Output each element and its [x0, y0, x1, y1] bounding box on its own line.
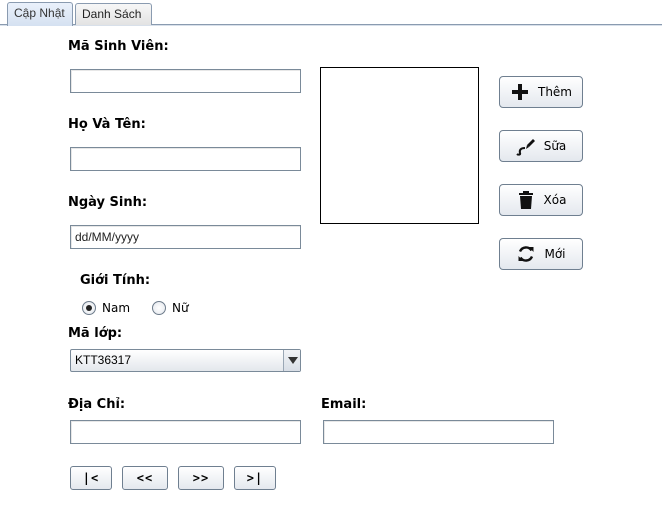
chevron-down-icon[interactable] [283, 350, 300, 371]
previous-record-button[interactable]: << [122, 466, 168, 490]
trash-icon [518, 191, 533, 209]
tab-divider-highlight [0, 25, 662, 26]
class-label: Mã lớp: [68, 326, 123, 341]
gender-label: Giới Tính: [80, 273, 151, 288]
address-field[interactable] [70, 420, 301, 444]
edit-icon [515, 139, 535, 156]
delete-button[interactable]: Xóa [499, 184, 583, 216]
name-label: Họ Và Tên: [68, 117, 146, 132]
student-id-field[interactable] [70, 69, 301, 93]
name-field[interactable] [70, 147, 301, 171]
tab-cap-nhat[interactable]: Cập Nhật [7, 2, 73, 26]
new-button[interactable]: Mới [499, 238, 583, 270]
edit-button-label: Sữa [543, 139, 567, 153]
address-label: Địa Chỉ: [68, 397, 126, 412]
edit-button[interactable]: Sữa [499, 130, 583, 162]
student-photo[interactable] [320, 67, 479, 224]
gender-male-radio[interactable] [82, 301, 96, 315]
gender-female-label[interactable]: Nữ [172, 301, 189, 315]
delete-button-label: Xóa [543, 193, 567, 207]
birthdate-label: Ngày Sinh: [68, 195, 148, 210]
gender-male-label[interactable]: Nam [102, 301, 130, 315]
last-record-button[interactable]: >| [234, 466, 276, 490]
new-button-label: Mới [544, 247, 566, 261]
add-button-label: Thêm [537, 85, 572, 99]
birthdate-field[interactable]: dd/MM/yyyy [70, 225, 301, 249]
add-button[interactable]: Thêm [499, 76, 583, 108]
tab-bar: Cập Nhật Danh Sách [0, 0, 662, 26]
gender-female-radio[interactable] [152, 301, 167, 315]
student-id-label: Mã Sinh Viên: [68, 39, 169, 54]
first-record-button[interactable]: |< [70, 466, 112, 490]
email-label: Email: [321, 397, 367, 412]
gender-options: Nam Nữ [82, 301, 189, 315]
email-field[interactable] [323, 420, 554, 444]
tab-danh-sach[interactable]: Danh Sách [75, 3, 152, 25]
class-select[interactable]: KTT36317 [70, 349, 301, 372]
class-select-value: KTT36317 [75, 353, 132, 367]
next-record-button[interactable]: >> [178, 466, 224, 490]
refresh-icon [518, 246, 534, 262]
plus-icon [511, 84, 528, 100]
